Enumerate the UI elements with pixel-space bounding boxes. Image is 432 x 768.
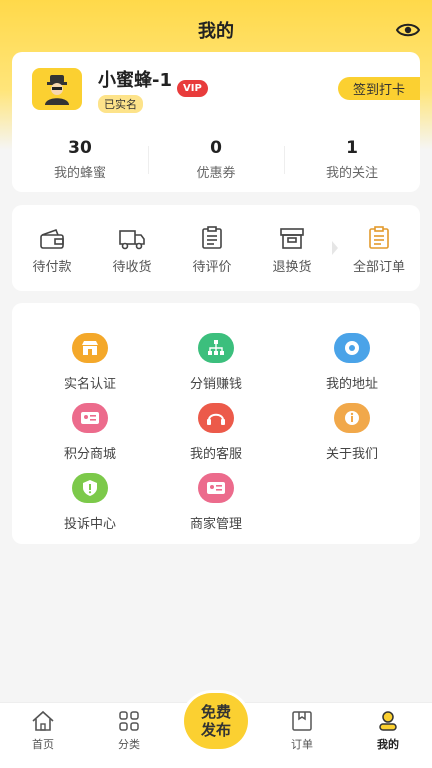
- checkin-button[interactable]: 签到打卡: [338, 77, 420, 100]
- service-label: 关于我们: [325, 447, 378, 462]
- service-label: 积分商城: [63, 447, 116, 462]
- grid-icon: [99, 709, 159, 733]
- order-pending-receipt[interactable]: 待收货: [92, 222, 172, 275]
- eye-icon[interactable]: [396, 19, 420, 41]
- service-label: 商家管理: [189, 517, 242, 532]
- network-icon: [198, 333, 234, 363]
- service-distribution[interactable]: 分销赚钱: [148, 333, 284, 392]
- order-label: 退换货: [272, 259, 312, 275]
- nav-label: 订单: [291, 738, 313, 751]
- stat-label: 我的关注: [325, 166, 378, 181]
- home-icon: [13, 709, 73, 733]
- headset-icon: [198, 403, 234, 433]
- stat-value: 30: [68, 138, 92, 158]
- order-pending-review[interactable]: 待评价: [172, 222, 252, 275]
- page-title: 我的: [198, 21, 234, 42]
- wallet-icon: [12, 222, 92, 250]
- order-label: 待收货: [112, 259, 152, 275]
- order-label: 待付款: [32, 259, 72, 275]
- clipboard-icon: [338, 222, 420, 250]
- alert-shield-icon: [72, 473, 108, 503]
- nav-category[interactable]: 分类: [99, 709, 159, 752]
- service-about-us[interactable]: 关于我们: [284, 403, 420, 462]
- id-card-icon: [72, 403, 108, 433]
- service-customer-care[interactable]: 我的客服: [148, 403, 284, 462]
- merchant-card-icon: [198, 473, 234, 503]
- stat-honey[interactable]: 30 我的蜂蜜: [12, 138, 148, 182]
- top-bar: 我的: [0, 0, 432, 60]
- service-merchant-management[interactable]: 商家管理: [148, 473, 284, 532]
- service-label: 投诉中心: [63, 517, 116, 532]
- nav-home[interactable]: 首页: [13, 709, 73, 752]
- nav-label: 分类: [118, 738, 140, 751]
- nav-label: 我的: [377, 738, 399, 751]
- truck-icon: [92, 222, 172, 250]
- service-label: 分销赚钱: [189, 377, 242, 392]
- service-label: 实名认证: [63, 377, 116, 392]
- profile-stats: 30 我的蜂蜜 0 优惠券 1 我的关注: [12, 138, 420, 182]
- order-returns[interactable]: 退换货: [252, 222, 332, 275]
- shop-icon: [72, 333, 108, 363]
- stat-coupons[interactable]: 0 优惠券: [148, 138, 284, 182]
- stat-following[interactable]: 1 我的关注: [284, 138, 420, 182]
- location-icon: [334, 333, 370, 363]
- service-points-mall[interactable]: 积分商城: [22, 403, 158, 462]
- stat-value: 0: [210, 138, 222, 158]
- vip-badge: VIP: [177, 80, 208, 97]
- service-label: 我的客服: [189, 447, 242, 462]
- user-icon: [358, 709, 418, 733]
- order-pending-payment[interactable]: 待付款: [12, 222, 92, 275]
- profile-card: 小蜜蜂-1 已实名 VIP 签到打卡 30 我的蜂蜜 0 优惠券 1 我的关注: [12, 52, 420, 192]
- username: 小蜜蜂-1: [98, 70, 172, 91]
- service-real-name[interactable]: 实名认证: [22, 333, 158, 392]
- nav-label: 首页: [32, 738, 54, 751]
- nav-orders[interactable]: 订单: [272, 709, 332, 752]
- stat-label: 优惠券: [196, 166, 236, 181]
- info-icon: [334, 403, 370, 433]
- nav-mine[interactable]: 我的: [358, 709, 418, 752]
- publish-label-line1: 免费: [200, 703, 231, 721]
- return-box-icon: [252, 222, 332, 250]
- free-publish-button[interactable]: 免费 发布: [184, 693, 248, 749]
- services-card: 实名认证 分销赚钱 我的地址 积分商城 我的客服 关于我们 投诉中心 商家管理: [12, 303, 420, 544]
- realname-badge: 已实名: [98, 95, 143, 113]
- order-bookmark-icon: [272, 709, 332, 733]
- service-address[interactable]: 我的地址: [284, 333, 420, 392]
- publish-label-line2: 发布: [200, 721, 231, 739]
- all-orders-label: 全部订单: [352, 259, 405, 275]
- stat-label: 我的蜂蜜: [53, 166, 106, 181]
- avatar[interactable]: [32, 68, 82, 110]
- order-label: 待评价: [192, 259, 232, 275]
- stat-value: 1: [346, 138, 358, 158]
- all-orders-button[interactable]: 全部订单: [338, 222, 420, 275]
- service-complaints[interactable]: 投诉中心: [22, 473, 158, 532]
- orders-card: 待付款 待收货 待评价 退换货 全部订单: [12, 205, 420, 291]
- service-label: 我的地址: [325, 377, 378, 392]
- review-icon: [172, 222, 252, 250]
